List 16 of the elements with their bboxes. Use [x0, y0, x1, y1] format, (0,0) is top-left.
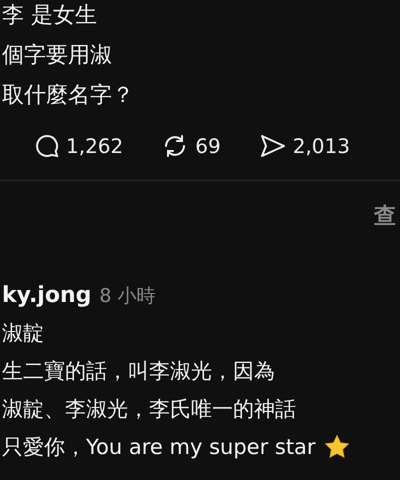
post-text-line: 個字要用淑: [2, 42, 113, 70]
reply-text-line: 只愛你，You are my super star: [2, 434, 316, 461]
reply-text-line: 淑靛、李淑光，李氏唯一的神話: [2, 396, 296, 423]
post-text-line: 取什麼名字？: [2, 82, 135, 110]
star-icon: [324, 434, 350, 460]
speech-bubble-icon[interactable]: [34, 133, 60, 159]
action-count: 2,013: [292, 134, 350, 158]
username[interactable]: ky.jong: [2, 283, 92, 308]
action-count: 69: [195, 134, 221, 158]
reply-text-line: 生二寶的話，叫李淑光，因為: [2, 358, 275, 385]
post-text-line: 李 是女生: [2, 2, 98, 30]
timestamp: 8 小時: [99, 284, 156, 309]
reply-text-line: 淑靛: [2, 320, 44, 347]
send-icon[interactable]: [258, 133, 287, 159]
view-link[interactable]: 查: [374, 201, 396, 231]
action-count: 1,262: [66, 134, 124, 158]
